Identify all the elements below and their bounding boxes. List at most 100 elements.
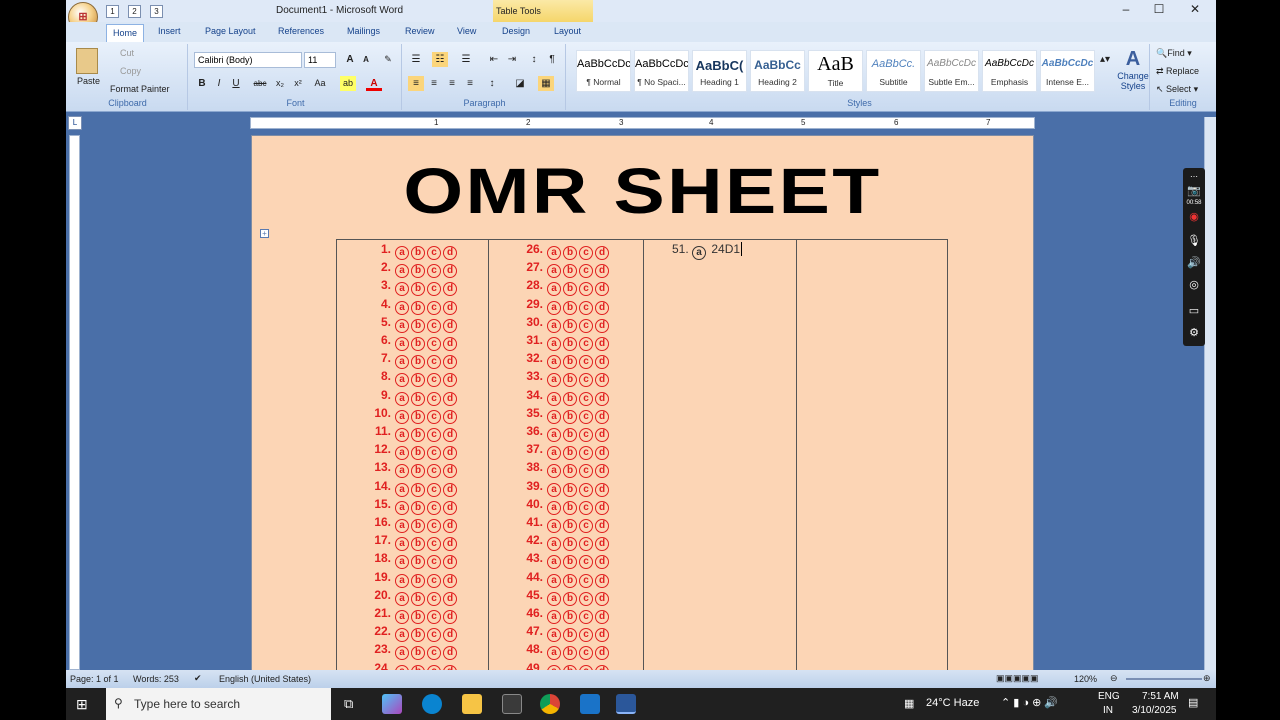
highlight-icon[interactable]: ab xyxy=(340,76,356,91)
option-bubble[interactable]: d xyxy=(595,537,609,552)
option-bubble[interactable]: c xyxy=(579,409,593,424)
option-bubble[interactable]: c xyxy=(427,591,441,606)
option-bubble[interactable]: a xyxy=(547,519,561,533)
option-bubble[interactable]: a xyxy=(395,555,409,570)
option-bubble[interactable]: b xyxy=(411,391,425,406)
option-bubble[interactable]: d xyxy=(443,537,457,552)
option-bubble[interactable]: d xyxy=(443,264,457,279)
option-bubble[interactable]: a xyxy=(395,519,409,533)
option-bubble[interactable]: c xyxy=(427,646,441,661)
tab-home[interactable]: Home xyxy=(106,24,145,42)
option-bubble[interactable]: c xyxy=(579,264,593,279)
option-bubble[interactable]: c xyxy=(427,409,441,424)
option-bubble[interactable]: c xyxy=(427,428,441,442)
word-count[interactable]: Words: 253 xyxy=(133,674,179,684)
option-bubble[interactable]: c xyxy=(427,373,441,388)
option-bubble[interactable]: c xyxy=(579,646,593,661)
table-column-3[interactable]: 51. a 24D1 xyxy=(644,240,797,678)
subscript-icon[interactable]: x₂ xyxy=(272,76,288,91)
option-bubble[interactable]: a xyxy=(395,610,409,624)
option-bubble[interactable]: a xyxy=(395,446,409,461)
format-painter-button[interactable]: Format Painter xyxy=(110,84,170,94)
shading-icon[interactable]: ◪ xyxy=(512,76,528,91)
select-button[interactable]: ↖ Select ▾ xyxy=(1156,84,1198,95)
option-bubble[interactable]: a xyxy=(395,282,409,297)
underline-icon[interactable]: U xyxy=(228,76,244,91)
clock-date[interactable]: 3/10/2025 xyxy=(1132,705,1177,716)
option-bubble[interactable]: d xyxy=(443,409,457,424)
option-bubble[interactable]: c xyxy=(427,500,441,515)
option-bubble[interactable]: c xyxy=(427,246,441,260)
style-subtle-emphasis[interactable]: AaBbCcDc Subtle Em... xyxy=(924,50,979,92)
option-bubble[interactable]: c xyxy=(579,428,593,442)
option-bubble[interactable]: d xyxy=(443,628,457,643)
webcam-icon[interactable]: ◎ xyxy=(1183,278,1205,291)
omr-table[interactable]: 1. a b c d 2. a b c d 3. a b c d 4. a b c d 5. a b c d 6. a b c d 7. a b… xyxy=(336,239,948,679)
option-bubble[interactable]: a xyxy=(547,373,561,388)
align-center-icon[interactable]: ≡ xyxy=(426,76,442,91)
weather-text[interactable]: 24°C Haze xyxy=(926,697,979,709)
language-indicator[interactable]: English (United States) xyxy=(219,674,311,684)
document-page[interactable]: OMR SHEET 1. a b c d 2. a b c d 3. a b c d 4. a b c d 5. a b c d… xyxy=(251,135,1034,679)
option-bubble[interactable]: a xyxy=(395,409,409,424)
option-bubble[interactable]: d xyxy=(443,482,457,497)
option-bubble[interactable]: b xyxy=(563,246,577,260)
option-bubble[interactable]: d xyxy=(595,628,609,643)
option-bubble[interactable]: d xyxy=(595,409,609,424)
option-bubble[interactable]: d xyxy=(443,428,457,442)
option-bubble[interactable]: d xyxy=(443,391,457,406)
option-bubble[interactable]: d xyxy=(595,610,609,624)
option-bubble[interactable]: d xyxy=(443,555,457,570)
option-bubble[interactable]: d xyxy=(443,519,457,533)
tab-review[interactable]: Review xyxy=(405,26,435,36)
option-bubble[interactable]: b xyxy=(411,500,425,515)
option-bubble[interactable]: b xyxy=(411,337,425,351)
option-bubble[interactable]: c xyxy=(427,318,441,333)
qat-save-icon[interactable]: 1 xyxy=(106,5,119,18)
option-bubble[interactable]: d xyxy=(443,355,457,370)
option-bubble[interactable]: b xyxy=(411,610,425,624)
option-bubble[interactable]: b xyxy=(563,391,577,406)
language-code[interactable]: ENG xyxy=(1098,691,1120,702)
option-bubble[interactable]: d xyxy=(443,337,457,351)
option-bubble[interactable]: a xyxy=(395,464,409,479)
font-name-field[interactable]: Calibri (Body) xyxy=(194,52,302,68)
gear-icon[interactable]: ⚙ xyxy=(1183,326,1205,339)
clear-format-icon[interactable]: ✎ xyxy=(380,52,396,67)
option-bubble[interactable]: d xyxy=(443,300,457,315)
style-emphasis[interactable]: AaBbCcDc Emphasis xyxy=(982,50,1037,92)
style-heading-2[interactable]: AaBbCc Heading 2 xyxy=(750,50,805,92)
option-bubble[interactable]: a xyxy=(395,246,409,260)
close-button[interactable]: ✕ xyxy=(1180,2,1210,20)
microphone-icon[interactable]: 🎙 xyxy=(1183,234,1205,247)
taskbar-search[interactable]: ⚲ Type here to search xyxy=(106,688,331,720)
option-bubble[interactable]: a xyxy=(395,355,409,370)
option-bubble[interactable]: d xyxy=(595,646,609,661)
option-bubble[interactable]: b xyxy=(563,646,577,661)
notification-icon[interactable]: ▤ xyxy=(1188,696,1198,709)
option-bubble[interactable]: a xyxy=(395,428,409,442)
option-bubble[interactable]: d xyxy=(595,282,609,297)
table-move-handle-icon[interactable]: + xyxy=(260,229,269,238)
option-bubble[interactable]: c xyxy=(427,300,441,315)
option-bubble[interactable]: b xyxy=(563,300,577,315)
option-bubble[interactable]: a xyxy=(395,373,409,388)
option-bubble[interactable]: a xyxy=(547,355,561,370)
option-bubble[interactable]: d xyxy=(595,464,609,479)
option-bubble[interactable]: b xyxy=(563,628,577,643)
strikethrough-icon[interactable]: abc xyxy=(252,76,268,91)
option-bubble[interactable]: d xyxy=(595,264,609,279)
grow-font-icon[interactable]: A xyxy=(342,52,358,67)
option-bubble[interactable]: b xyxy=(563,446,577,461)
table-column-2[interactable]: 26. a b c d 27. a b c d 28. a b c d 29. a b c d 30. a b c d 31. a b… xyxy=(489,240,644,679)
option-bubble[interactable]: b xyxy=(411,318,425,333)
option-bubble[interactable]: c xyxy=(579,337,593,351)
option-bubble[interactable]: b xyxy=(563,519,577,533)
pilcrow-icon[interactable]: ¶ xyxy=(544,52,560,67)
store-icon[interactable] xyxy=(502,694,522,714)
option-bubble[interactable]: b xyxy=(563,355,577,370)
zoom-in-icon[interactable]: ⊕ xyxy=(1203,673,1211,684)
option-bubble[interactable]: c xyxy=(579,464,593,479)
option-bubble[interactable]: c xyxy=(579,628,593,643)
option-bubble[interactable]: a xyxy=(547,573,561,588)
